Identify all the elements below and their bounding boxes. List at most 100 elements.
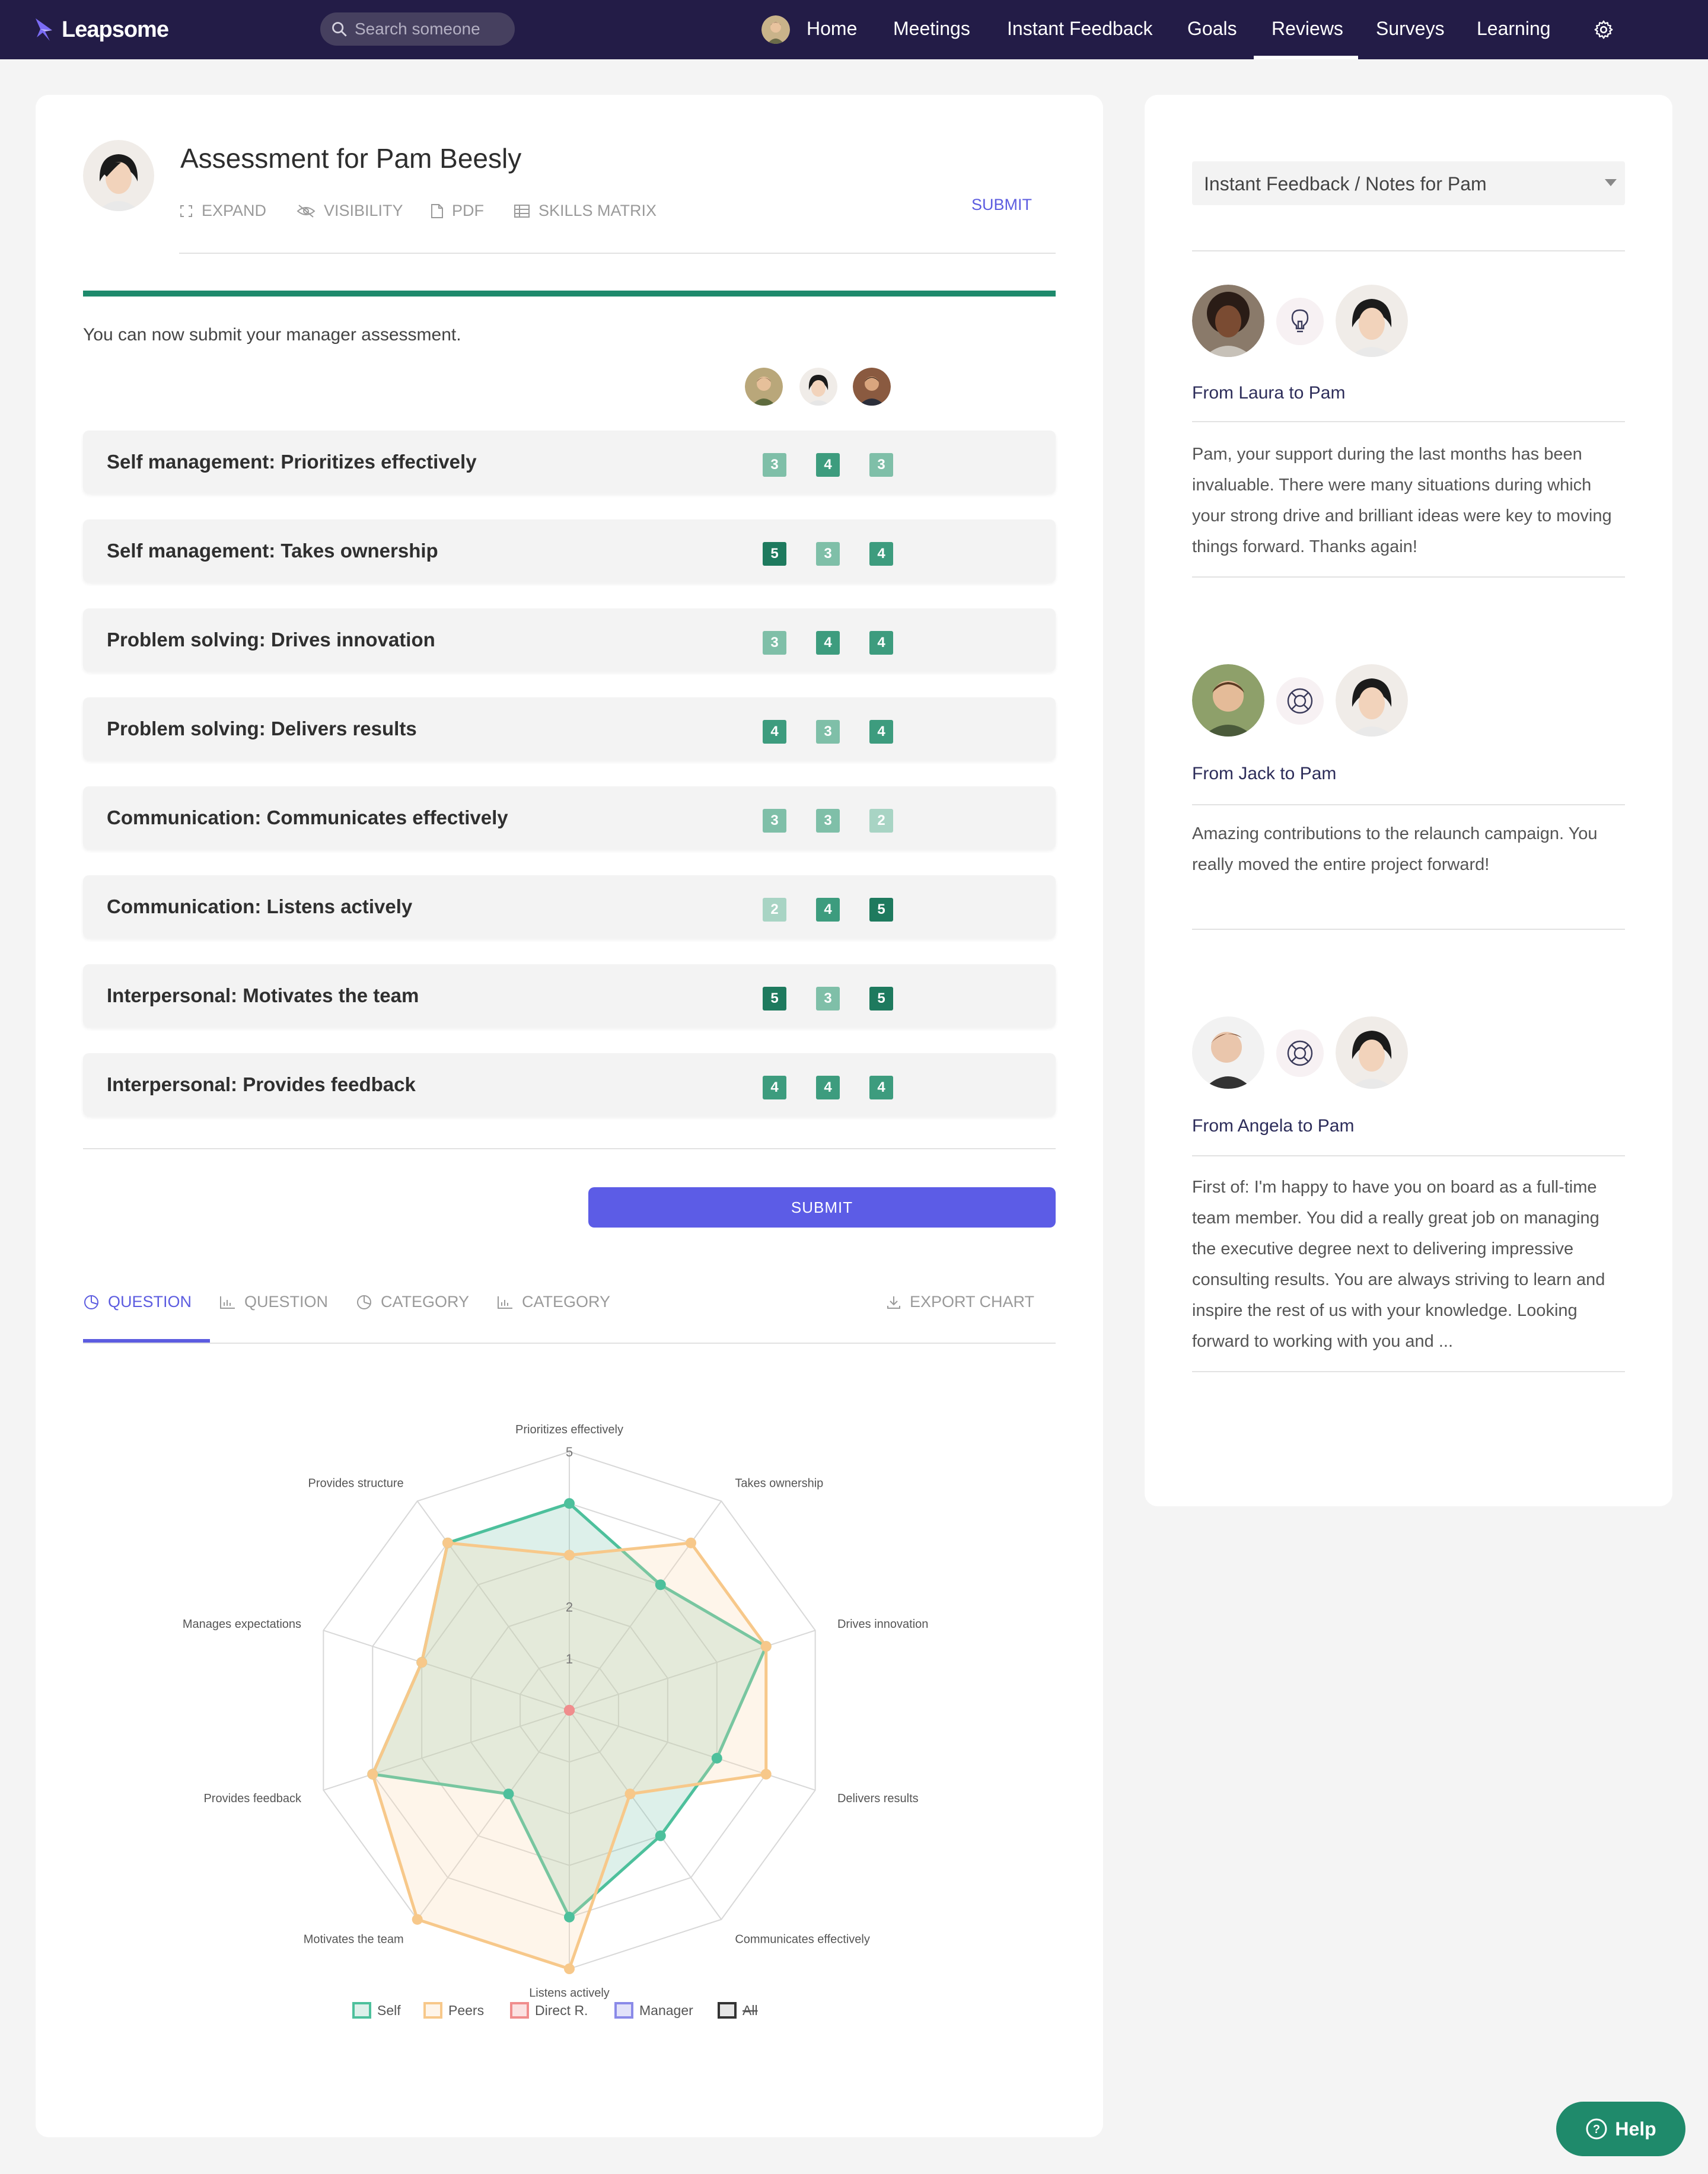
- expand-icon: [180, 205, 192, 217]
- feedback-text-laura: Pam, your support during the last months…: [1192, 445, 1612, 556]
- assessment-row[interactable]: Problem solving: Drives innovation 3 4 4: [83, 608, 1056, 671]
- nav-meetings[interactable]: Meetings: [893, 18, 970, 40]
- score-badge: 4: [869, 1076, 893, 1099]
- rater-avatar-2: [799, 368, 837, 406]
- help-button[interactable]: ? Help: [1556, 2102, 1685, 2156]
- export-chart-label: EXPORT CHART: [910, 1293, 1035, 1311]
- radar-point: [686, 1537, 697, 1548]
- leapsome-logo[interactable]: Leapsome: [34, 17, 169, 43]
- nav-active-indicator: [1254, 56, 1358, 59]
- radar-point: [416, 1657, 428, 1668]
- rater-avatar-3: [853, 368, 891, 406]
- score-badge: 3: [816, 987, 840, 1011]
- radar-point: [564, 1550, 575, 1561]
- skills-matrix-button[interactable]: SKILLS MATRIX: [514, 202, 657, 220]
- legend-label: Manager: [639, 2003, 693, 2018]
- submit-link[interactable]: SUBMIT: [971, 196, 1032, 214]
- pam-avatar-recipient: [1336, 285, 1408, 357]
- tab-category-bar-label: CATEGORY: [522, 1293, 611, 1311]
- radar-chart-icon: [357, 1295, 371, 1309]
- assessment-row[interactable]: Interpersonal: Provides feedback 4 4 4: [83, 1053, 1056, 1116]
- score-badge: 4: [763, 1076, 786, 1099]
- submit-button[interactable]: SUBMIT: [588, 1187, 1056, 1228]
- export-chart-button[interactable]: EXPORT CHART: [886, 1293, 1034, 1311]
- feedback-from-angela: From Angela to Pam: [1192, 1116, 1355, 1136]
- feedback-from-laura: From Laura to Pam: [1192, 383, 1346, 403]
- tab-category-radar[interactable]: CATEGORY: [356, 1293, 469, 1311]
- score-badge: 4: [869, 631, 893, 655]
- pam-avatar-recipient: [1336, 1016, 1408, 1089]
- tab-question-radar-label: QUESTION: [108, 1293, 192, 1311]
- feedback-divider: [1192, 804, 1625, 805]
- assessment-row[interactable]: Interpersonal: Motivates the team 5 3 5: [83, 964, 1056, 1027]
- skills-matrix-label: SKILLS MATRIX: [538, 202, 657, 219]
- assessment-row[interactable]: Problem solving: Delivers results 4 3 4: [83, 697, 1056, 760]
- score-badge: 5: [763, 987, 786, 1011]
- user-avatar[interactable]: [761, 15, 790, 44]
- brand-name: Leapsome: [62, 17, 169, 42]
- assessment-row[interactable]: Self management: Prioritizes effectively…: [83, 431, 1056, 493]
- leapsome-bird-icon: [36, 18, 52, 41]
- radar-point: [624, 1789, 636, 1800]
- submit-notice: You can now submit your manager assessme…: [83, 325, 461, 345]
- legend-swatch: [510, 2002, 529, 2019]
- score-badge: 4: [869, 720, 893, 744]
- score-badge: 4: [763, 720, 786, 744]
- assessment-row[interactable]: Self management: Takes ownership 5 3 4: [83, 519, 1056, 582]
- gear-icon[interactable]: [1593, 19, 1614, 40]
- assessment-row[interactable]: Communication: Listens actively 2 4 5: [83, 875, 1056, 938]
- help-label: Help: [1615, 2118, 1656, 2140]
- radar-chart-icon: [84, 1295, 98, 1309]
- tab-category-bar[interactable]: CATEGORY: [497, 1293, 610, 1311]
- bar-chart-icon: [498, 1296, 512, 1309]
- legend-label: All: [743, 2003, 758, 2018]
- nav-home[interactable]: Home: [807, 18, 857, 40]
- nav-learning[interactable]: Learning: [1477, 18, 1551, 40]
- expand-button[interactable]: EXPAND: [179, 202, 266, 220]
- score-badge: 5: [763, 542, 786, 566]
- radar-point: [655, 1579, 666, 1590]
- search-icon: [332, 22, 347, 37]
- radar-tick-label: 2: [566, 1600, 573, 1615]
- visibility-button[interactable]: VISIBILITY: [297, 202, 403, 220]
- radar-axis-label: Takes ownership: [735, 1477, 823, 1490]
- nav-reviews[interactable]: Reviews: [1272, 18, 1343, 40]
- feedback-text-jack: Amazing contributions to the relaunch ca…: [1192, 824, 1598, 874]
- visibility-label: VISIBILITY: [324, 202, 403, 219]
- feedback-text-angela: First of: I'm happy to have you on board…: [1192, 1178, 1605, 1351]
- row-label: Problem solving: Drives innovation: [107, 629, 435, 651]
- nav-surveys[interactable]: Surveys: [1376, 18, 1445, 40]
- score-badge: 2: [763, 898, 786, 922]
- pam-avatar: [83, 140, 154, 211]
- nav-instant-feedback[interactable]: Instant Feedback: [1007, 18, 1152, 40]
- rows-divider: [83, 1148, 1056, 1149]
- score-badge: 4: [816, 631, 840, 655]
- progress-bar: [83, 291, 1056, 297]
- score-badge: 4: [869, 542, 893, 566]
- feedback-from-jack: From Jack to Pam: [1192, 764, 1337, 783]
- legend-swatch: [352, 2002, 371, 2019]
- row-label: Problem solving: Delivers results: [107, 718, 417, 739]
- radar-axis-label: Drives innovation: [837, 1618, 928, 1631]
- score-badge: 3: [763, 453, 786, 477]
- assessment-row[interactable]: Communication: Communicates effectively 3…: [83, 786, 1056, 849]
- search-box[interactable]: [320, 12, 515, 46]
- score-badge: 4: [816, 898, 840, 922]
- feedback-divider: [1192, 929, 1625, 930]
- tab-question-bar[interactable]: QUESTION: [219, 1293, 328, 1311]
- radar-point: [442, 1537, 453, 1548]
- tabs-divider: [83, 1343, 1056, 1344]
- score-badge: 3: [763, 809, 786, 833]
- score-badge: 2: [869, 809, 893, 833]
- search-input[interactable]: [355, 20, 503, 39]
- legend-swatch: [718, 2002, 737, 2019]
- legend-label: Peers: [448, 2003, 484, 2018]
- feedback-divider: [1192, 1155, 1625, 1156]
- radar-axis-label: Delivers results: [837, 1792, 919, 1805]
- pdf-button[interactable]: PDF: [431, 202, 484, 220]
- feedback-notes-dropdown[interactable]: Instant Feedback / Notes for Pam: [1192, 161, 1625, 205]
- nav-goals[interactable]: Goals: [1187, 18, 1237, 40]
- panel-divider: [1192, 250, 1625, 251]
- feedback-divider: [1192, 421, 1625, 422]
- tab-question-radar[interactable]: QUESTION: [83, 1293, 192, 1311]
